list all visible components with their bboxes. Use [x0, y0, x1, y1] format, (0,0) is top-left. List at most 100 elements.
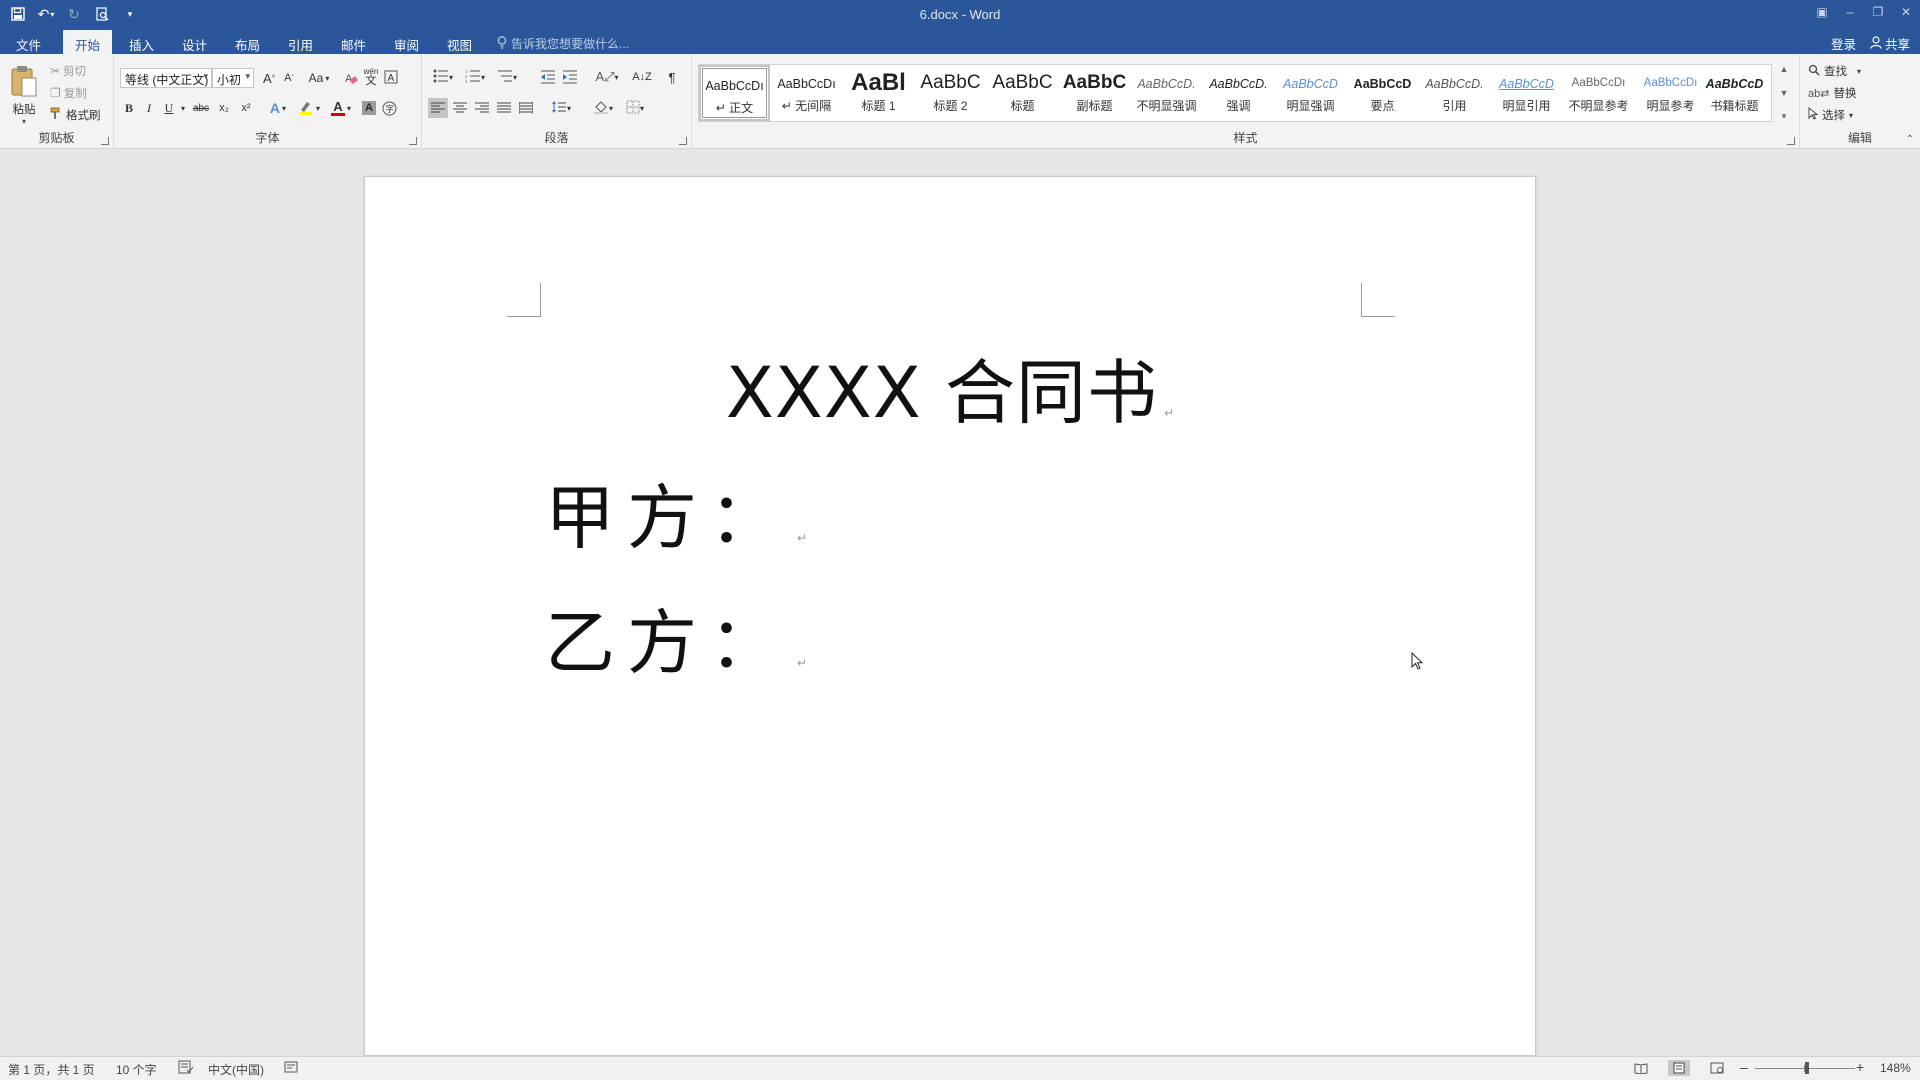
style-intense-quote[interactable]: AaBbCcD 明显引用 — [1491, 65, 1562, 121]
party-a-line[interactable]: 甲方： ↵ — [545, 462, 807, 563]
replace-button[interactable]: ab⇄ 替换 — [1808, 84, 1856, 102]
style-subtle-emphasis[interactable]: AaBbCcD. 不明显强调 — [1131, 65, 1202, 121]
tab-layout[interactable]: 布局 — [223, 30, 272, 54]
find-button[interactable]: 查找 ▾ — [1808, 62, 1861, 80]
style-normal[interactable]: AaBbCcDı ↵ 正文 — [699, 65, 770, 121]
font-launcher-icon[interactable] — [409, 137, 417, 145]
document-area[interactable]: XXXX 合同书 ↵ 甲方： ↵ 乙方： ↵ — [0, 150, 1920, 1056]
proofing-icon[interactable] — [178, 1060, 194, 1077]
line-spacing-button[interactable]: ▾ — [546, 98, 576, 118]
format-painter-button[interactable]: 格式刷 — [50, 106, 101, 124]
paste-button[interactable]: 粘贴 ▾ — [6, 60, 42, 130]
shading-button[interactable]: ▾ — [588, 98, 618, 118]
cut-button[interactable]: ✂ 剪切 — [50, 62, 86, 80]
select-button[interactable]: 选择 ▾ — [1808, 106, 1853, 124]
enclose-characters-icon[interactable]: 字 — [380, 98, 398, 118]
style-subtitle[interactable]: AaBbC 副标题 — [1059, 65, 1130, 121]
style-quote[interactable]: AaBbCcD. 引用 — [1419, 65, 1490, 121]
font-size-combo[interactable]: 小初 ▾ — [212, 68, 254, 88]
character-border-icon[interactable]: A — [382, 68, 400, 86]
show-marks-icon[interactable]: ¶ — [662, 68, 682, 86]
style-emphasis[interactable]: AaBbCcD. 强调 — [1203, 65, 1274, 121]
bullets-button[interactable]: ▾ — [428, 68, 458, 86]
highlight-button[interactable]: ▾ — [294, 98, 324, 118]
copy-button[interactable]: ❐ 复制 — [50, 84, 87, 102]
document-title[interactable]: XXXX 合同书 ↵ — [365, 337, 1535, 438]
underline-button[interactable]: U — [160, 98, 178, 118]
decrease-indent-icon[interactable] — [538, 68, 558, 86]
ribbon-display-icon[interactable]: ▣ — [1808, 0, 1836, 24]
character-shading-icon[interactable]: A — [360, 98, 378, 118]
minimize-icon[interactable]: – — [1836, 0, 1864, 24]
increase-indent-icon[interactable] — [560, 68, 580, 86]
strikethrough-button[interactable]: abc — [190, 98, 212, 118]
zoom-in-button[interactable]: + — [1856, 1059, 1864, 1075]
print-layout-icon[interactable] — [1668, 1060, 1690, 1076]
gallery-up-icon[interactable]: ▲ — [1780, 64, 1789, 74]
share-button[interactable]: 共享 — [1870, 34, 1910, 53]
clipboard-launcher-icon[interactable] — [101, 137, 109, 145]
clear-formatting-icon[interactable]: A — [342, 69, 360, 87]
superscript-button[interactable]: x² — [236, 98, 256, 118]
phonetic-guide-button[interactable]: wén 文 — [362, 67, 380, 87]
borders-button[interactable]: ▾ — [620, 98, 650, 118]
language-indicator[interactable]: 中文(中国) — [208, 1061, 264, 1078]
align-left-icon[interactable] — [428, 98, 448, 118]
tab-references[interactable]: 引用 — [276, 30, 325, 54]
zoom-slider-thumb[interactable] — [1805, 1062, 1809, 1074]
align-right-icon[interactable] — [472, 98, 492, 118]
style-strong[interactable]: AaBbCcD 要点 — [1347, 65, 1418, 121]
gallery-down-icon[interactable]: ▼ — [1780, 88, 1789, 98]
justify-icon[interactable] — [494, 98, 514, 118]
change-case-button[interactable]: Aa ▾ — [306, 69, 332, 87]
style-book-title[interactable]: AaBbCcD 书籍标题 — [1699, 65, 1770, 121]
distributed-icon[interactable] — [516, 98, 536, 118]
party-b-line[interactable]: 乙方： ↵ — [545, 587, 807, 688]
tab-design[interactable]: 设计 — [170, 30, 219, 54]
font-color-button[interactable]: A ▾ — [326, 98, 356, 118]
word-count[interactable]: 10 个字 — [116, 1061, 157, 1078]
style-heading-1[interactable]: AaBl 标题 1 — [843, 65, 914, 121]
style-no-spacing[interactable]: AaBbCcDı ↵ 无间隔 — [771, 65, 842, 121]
sort-icon[interactable]: A↓Z — [632, 68, 652, 86]
tell-me-box[interactable]: 告诉我您想要做什么... — [497, 35, 629, 52]
subscript-button[interactable]: x₂ — [214, 98, 234, 118]
style-intense-emphasis[interactable]: AaBbCcD 明显强调 — [1275, 65, 1346, 121]
style-subtle-reference[interactable]: AaBbCcDı 不明显参考 — [1563, 65, 1634, 121]
font-name-combo[interactable]: 等线 (中文正文) ▾ — [120, 68, 212, 88]
style-heading-2[interactable]: AaBbC 标题 2 — [915, 65, 986, 121]
tab-review[interactable]: 审阅 — [382, 30, 431, 54]
page-count[interactable]: 第 1 页，共 1 页 — [8, 1061, 95, 1078]
underline-dropdown-icon[interactable]: ▾ — [178, 98, 188, 118]
shrink-font-icon[interactable]: Aˇ — [280, 69, 298, 87]
tab-file[interactable]: 文件 — [4, 30, 53, 54]
text-effects-button[interactable]: A ▾ — [264, 98, 292, 118]
collapse-ribbon-icon[interactable]: ⌃ — [1906, 134, 1914, 145]
style-title[interactable]: AaBbC 标题 — [987, 65, 1058, 121]
signin-link[interactable]: 登录 — [1831, 34, 1856, 53]
tab-insert[interactable]: 插入 — [117, 30, 166, 54]
tab-mailings[interactable]: 邮件 — [329, 30, 378, 54]
multilevel-list-button[interactable]: ▾ — [492, 68, 522, 86]
read-mode-icon[interactable] — [1630, 1060, 1652, 1076]
zoom-level[interactable]: 148% — [1880, 1061, 1911, 1075]
zoom-out-button[interactable]: – — [1740, 1059, 1748, 1075]
chinese-layout-button[interactable]: A⤢ ▾ — [592, 68, 622, 86]
styles-launcher-icon[interactable] — [1787, 137, 1795, 145]
document-page[interactable]: XXXX 合同书 ↵ 甲方： ↵ 乙方： ↵ — [364, 176, 1536, 1056]
web-layout-icon[interactable] — [1706, 1060, 1728, 1076]
macro-recording-icon[interactable] — [284, 1060, 298, 1077]
paragraph-launcher-icon[interactable] — [679, 137, 687, 145]
tab-view[interactable]: 视图 — [435, 30, 484, 54]
numbering-button[interactable]: 1 2 3 ▾ — [460, 68, 490, 86]
close-icon[interactable]: ✕ — [1892, 0, 1920, 24]
gallery-more-icon[interactable]: ▾ — [1782, 111, 1787, 122]
tab-home[interactable]: 开始 — [63, 30, 113, 55]
italic-button[interactable]: I — [140, 98, 158, 118]
align-center-icon[interactable] — [450, 98, 470, 118]
restore-icon[interactable]: ❐ — [1864, 0, 1892, 24]
grow-font-icon[interactable]: A ^ — [260, 69, 278, 87]
bold-button[interactable]: B — [120, 98, 138, 118]
text-effects-icon: A — [269, 100, 281, 116]
style-intense-reference[interactable]: AaBbCcDı 明显参考 — [1635, 65, 1706, 121]
